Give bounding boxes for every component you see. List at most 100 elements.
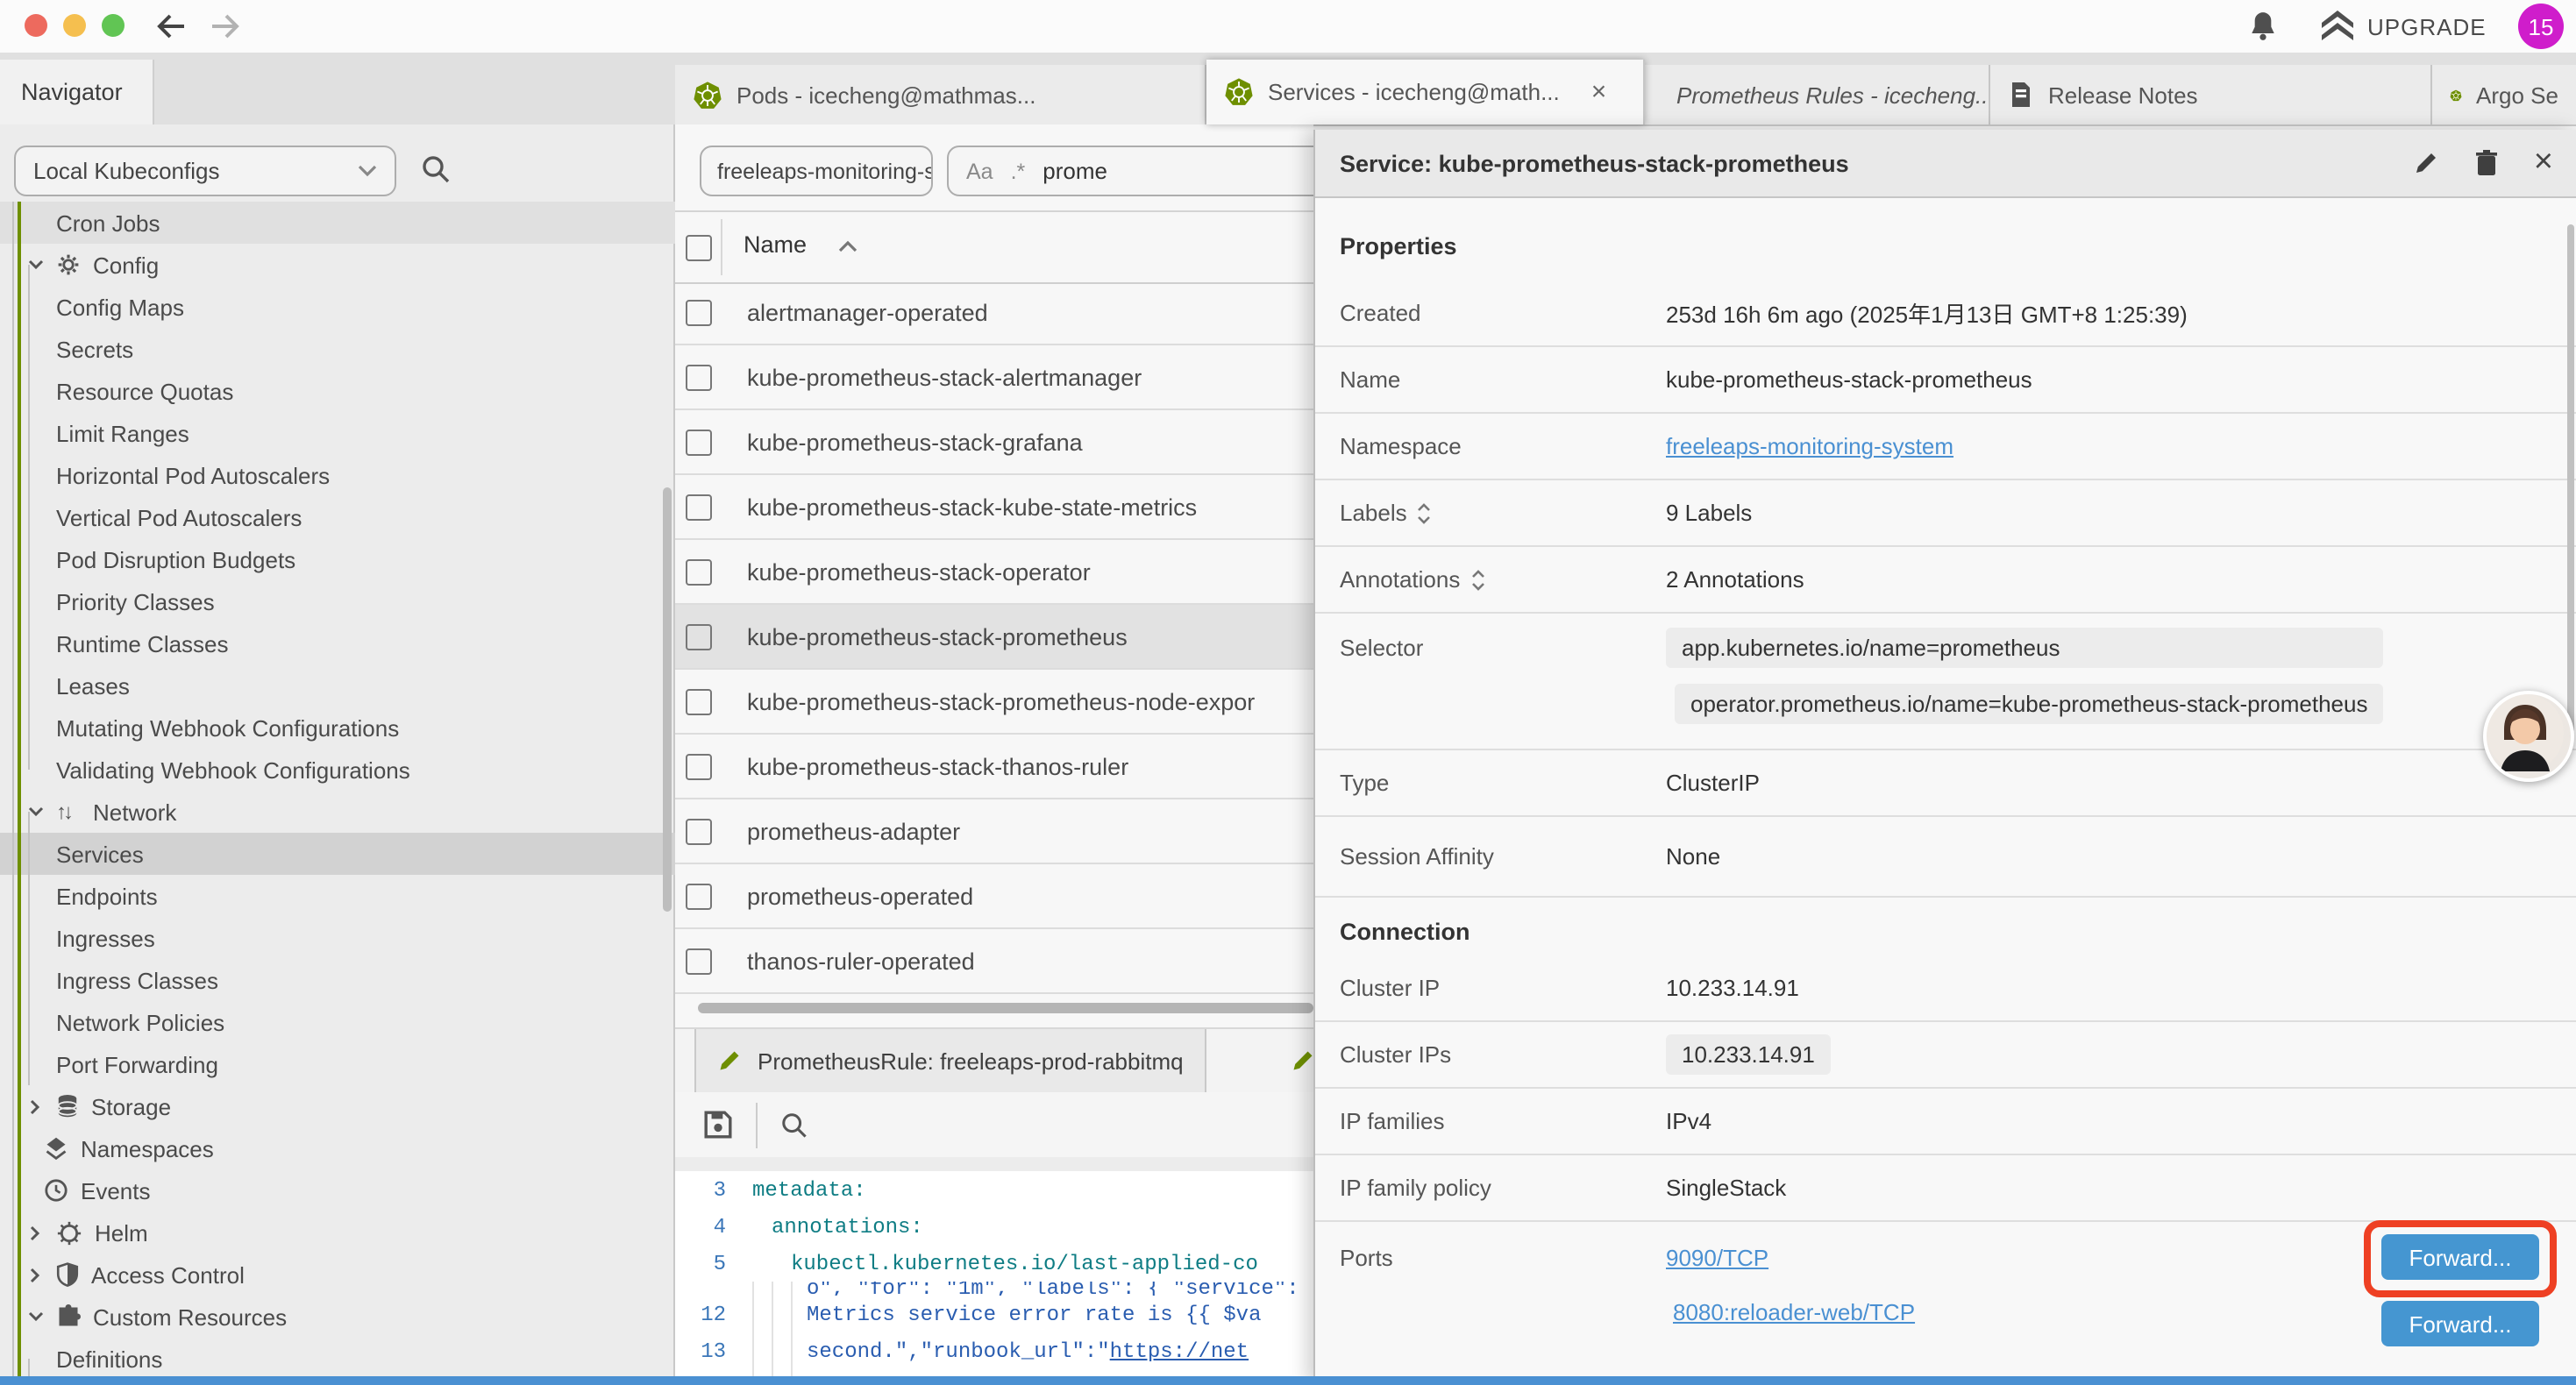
editor-tab-partial[interactable] [1277, 1029, 1313, 1092]
sidebar-item-priority-classes[interactable]: Priority Classes [0, 580, 675, 622]
save-icon[interactable] [703, 1110, 733, 1140]
editor-search-icon[interactable] [780, 1111, 808, 1139]
row-checkbox[interactable] [686, 299, 712, 325]
port-link-8080[interactable]: 8080:reloader-web/TCP [1673, 1299, 1915, 1325]
notifications-bell-icon[interactable] [2248, 11, 2278, 42]
sidebar-item-ingresses[interactable]: Ingresses [0, 917, 675, 959]
sidebar-item-mutating-webhook-configurations[interactable]: Mutating Webhook Configurations [0, 707, 675, 749]
forward-port-8080-button[interactable]: Forward... [2381, 1301, 2539, 1346]
tab-pods[interactable]: Pods - icecheng@mathmas... [675, 65, 1206, 124]
expand-collapse-icon[interactable] [1470, 569, 1484, 590]
upgrade-chevrons-icon[interactable] [2320, 11, 2355, 42]
service-row-selected[interactable]: kube-prometheus-stack-prometheus [675, 605, 1313, 670]
sidebar-item-services[interactable]: Services [0, 833, 675, 875]
sidebar-section-custom-resources[interactable]: Custom Resources [0, 1296, 675, 1338]
close-window-button[interactable] [25, 14, 47, 37]
tab-prometheus-rules[interactable]: Prometheus Rules - icecheng... [1645, 65, 1990, 124]
sidebar-item-validating-webhook-configurations[interactable]: Validating Webhook Configurations [0, 749, 675, 791]
row-checkbox[interactable] [686, 753, 712, 779]
port-link-9090[interactable]: 9090/TCP [1666, 1245, 1915, 1271]
row-checkbox[interactable] [686, 364, 712, 390]
match-case-toggle[interactable]: Aa [966, 159, 993, 183]
sidebar-section-network[interactable]: ↑↓ Network [0, 791, 675, 833]
resource-search-input[interactable]: Aa .* prome [947, 146, 1313, 196]
upgrade-label[interactable]: UPGRADE [2367, 14, 2487, 40]
horizontal-scrollbar[interactable] [698, 1003, 1313, 1013]
yaml-editor[interactable]: 3metadata: 4annotations: 5kubectl.kubern… [675, 1171, 1313, 1385]
select-all-checkbox[interactable] [686, 235, 712, 261]
sidebar-item-horizontal-pod-autoscalers[interactable]: Horizontal Pod Autoscalers [0, 454, 675, 496]
sidebar-item-vertical-pod-autoscalers[interactable]: Vertical Pod Autoscalers [0, 496, 675, 538]
sidebar-item-definitions[interactable]: Definitions [0, 1338, 675, 1380]
forward-arrow-icon[interactable] [207, 9, 242, 44]
forward-port-9090-button[interactable]: Forward... [2381, 1234, 2539, 1280]
tree-guide-line [28, 812, 30, 1085]
connection-row-cluster-ip: Cluster IP 10.233.14.91 [1315, 955, 2576, 1022]
row-checkbox[interactable] [686, 429, 712, 455]
kubeconfig-select[interactable]: Local Kubeconfigs [14, 146, 396, 196]
window-bottom-accent [0, 1376, 2576, 1385]
service-row[interactable]: prometheus-adapter [675, 799, 1313, 864]
delete-trash-icon[interactable] [2474, 149, 2499, 177]
minimize-window-button[interactable] [63, 14, 86, 37]
sidebar-item-pod-disruption-budgets[interactable]: Pod Disruption Budgets [0, 538, 675, 580]
namespace-select[interactable]: freeleaps-monitoring-system [700, 146, 933, 196]
close-tab-icon[interactable]: × [1591, 77, 1607, 107]
sidebar-item-events[interactable]: Events [0, 1169, 675, 1211]
service-row[interactable]: kube-prometheus-stack-alertmanager [675, 345, 1313, 410]
notification-count-badge[interactable]: 15 [2518, 4, 2564, 49]
sidebar-section-storage[interactable]: Storage [0, 1085, 675, 1127]
row-checkbox[interactable] [686, 883, 712, 909]
maximize-window-button[interactable] [102, 14, 125, 37]
row-checkbox[interactable] [686, 623, 712, 650]
sidebar-item-network-policies[interactable]: Network Policies [0, 1001, 675, 1043]
service-row[interactable]: kube-prometheus-stack-prometheus-node-ex… [675, 670, 1313, 735]
service-row[interactable]: kube-prometheus-stack-operator [675, 540, 1313, 605]
sidebar-item-secrets[interactable]: Secrets [0, 328, 675, 370]
sidebar-section-helm[interactable]: Helm [0, 1211, 675, 1254]
service-row[interactable]: kube-prometheus-stack-kube-state-metrics [675, 475, 1313, 540]
sidebar-item-ingress-classes[interactable]: Ingress Classes [0, 959, 675, 1001]
sidebar-scrollbar[interactable] [663, 487, 672, 912]
close-drawer-icon[interactable]: × [2534, 151, 2553, 175]
row-checkbox[interactable] [686, 818, 712, 844]
sidebar-item-endpoints[interactable]: Endpoints [0, 875, 675, 917]
helm-wheel-icon [56, 1219, 82, 1246]
back-arrow-icon[interactable] [154, 9, 189, 44]
user-avatar[interactable] [2483, 691, 2574, 782]
namespace-link[interactable]: freeleaps-monitoring-system [1666, 433, 1953, 459]
sidebar-item-config-maps[interactable]: Config Maps [0, 286, 675, 328]
code-link[interactable]: https://net [1110, 1339, 1249, 1363]
tab-services[interactable]: Services - icecheng@math... × [1206, 60, 1645, 124]
sidebar-item-leases[interactable]: Leases [0, 664, 675, 707]
editor-tab-prometheusrule[interactable]: PrometheusRule: freeleaps-prod-rabbitmq [694, 1029, 1206, 1092]
sidebar-item-resource-quotas[interactable]: Resource Quotas [0, 370, 675, 412]
service-row[interactable]: thanos-ruler-operated [675, 929, 1313, 994]
sidebar-search-icon[interactable] [421, 154, 451, 184]
sidebar-item-cron-jobs[interactable]: Cron Jobs [0, 202, 675, 244]
edit-pencil-icon[interactable] [2411, 149, 2439, 177]
sidebar-item-runtime-classes[interactable]: Runtime Classes [0, 622, 675, 664]
service-row[interactable]: prometheus-operated [675, 864, 1313, 929]
sidebar-item-port-forwarding[interactable]: Port Forwarding [0, 1043, 675, 1085]
tab-argo[interactable]: Argo Se [2432, 65, 2576, 124]
navigator-panel-tab[interactable]: Navigator [0, 60, 154, 124]
sidebar-item-limit-ranges[interactable]: Limit Ranges [0, 412, 675, 454]
sidebar-section-config[interactable]: Config [0, 244, 675, 286]
sidebar-section-access-control[interactable]: Access Control [0, 1254, 675, 1296]
row-checkbox[interactable] [686, 948, 712, 974]
expand-collapse-icon[interactable] [1418, 502, 1432, 523]
namespace-select-value: freeleaps-monitoring-system [717, 159, 933, 183]
tab-release-notes[interactable]: Release Notes [1990, 65, 2432, 124]
service-row[interactable]: kube-prometheus-stack-grafana [675, 410, 1313, 475]
row-checkbox[interactable] [686, 558, 712, 585]
name-column-header[interactable]: Name [744, 231, 807, 258]
regex-toggle[interactable]: .* [1011, 159, 1026, 183]
service-row[interactable]: kube-prometheus-stack-thanos-ruler [675, 735, 1313, 799]
sort-ascending-icon[interactable] [838, 240, 857, 252]
sidebar-item-namespaces[interactable]: Namespaces [0, 1127, 675, 1169]
service-row[interactable]: alertmanager-operated [675, 281, 1313, 345]
row-checkbox[interactable] [686, 688, 712, 714]
drawer-scrollbar[interactable] [2567, 224, 2574, 733]
row-checkbox[interactable] [686, 494, 712, 520]
